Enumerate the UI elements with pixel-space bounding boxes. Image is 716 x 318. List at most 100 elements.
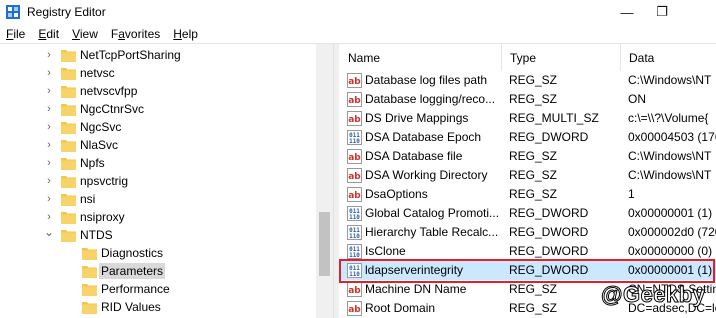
- tree-item-ngcctnrsvc[interactable]: › NgcCtnrSvc: [0, 100, 315, 118]
- value-name: DS Drive Mappings: [365, 111, 469, 125]
- value-data: C:\Windows\NT: [628, 73, 712, 87]
- menu-help[interactable]: Help: [173, 27, 198, 41]
- menu-edit[interactable]: Edit: [38, 27, 59, 41]
- value-type: REG_SZ: [509, 92, 558, 106]
- tree-item-netvsc[interactable]: › netvsc: [0, 64, 315, 82]
- value-data: 0x00000000 (0): [628, 244, 713, 258]
- tree-item-nettcpportsharing[interactable]: › NetTcpPortSharing: [0, 46, 315, 64]
- registry-tree[interactable]: › NetTcpPortSharing › netvsc › netvscvfpp › Ngc…: [0, 44, 333, 318]
- binary-value-icon: 011 110: [347, 206, 362, 221]
- value-data: C:\Windows\NT: [628, 149, 712, 163]
- value-row[interactable]: ab DSA Database file REG_SZ C:\Windows\NT: [340, 147, 716, 166]
- string-value-icon: ab: [347, 187, 362, 202]
- value-row[interactable]: ab DS Drive Mappings REG_MULTI_SZ c:\=\\?\V…: [340, 109, 716, 128]
- value-row[interactable]: ab Database logging/reco... REG_SZ ON: [340, 90, 716, 109]
- value-name: Database logging/reco...: [365, 92, 496, 106]
- tree-item-diagnostics[interactable]: Diagnostics: [0, 244, 315, 262]
- value-name: Root Domain: [365, 301, 436, 315]
- tree-item-nlasvc[interactable]: › NlaSvc: [0, 136, 315, 154]
- chevron-right-icon[interactable]: ›: [44, 136, 54, 154]
- binary-value-icon: 011 110: [347, 244, 362, 259]
- tree-scrollbar[interactable]: [316, 44, 333, 318]
- binary-value-icon: 011 110: [347, 130, 362, 145]
- string-value-icon: ab: [347, 149, 362, 164]
- value-data: 1: [628, 187, 635, 201]
- svg-text:ab: ab: [348, 286, 361, 296]
- tree-item-nsi[interactable]: › nsi: [0, 190, 315, 208]
- value-row[interactable]: ab DSA Working Directory REG_SZ C:\Windows\…: [340, 166, 716, 185]
- column-header-data[interactable]: Data: [621, 44, 716, 71]
- chevron-down-icon[interactable]: ⌄: [44, 223, 54, 241]
- value-name: DSA Database file: [365, 149, 463, 163]
- menu-bar: File Edit View Favorites Help: [0, 24, 716, 44]
- chevron-right-icon[interactable]: ›: [44, 172, 54, 190]
- menu-label: dit: [46, 27, 60, 41]
- value-name: Hierarchy Table Recalc...: [365, 225, 499, 239]
- value-name: DsaOptions: [365, 187, 428, 201]
- chevron-right-icon[interactable]: ›: [44, 46, 54, 64]
- tree-item-performance[interactable]: Performance: [0, 280, 315, 298]
- tree-item-npsvctrig[interactable]: › npsvctrig: [0, 172, 315, 190]
- column-header-type[interactable]: Type: [502, 44, 620, 71]
- chevron-right-icon[interactable]: ›: [44, 64, 54, 82]
- chevron-right-icon[interactable]: ›: [44, 190, 54, 208]
- folder-icon: [61, 156, 76, 170]
- folder-icon: [61, 138, 76, 152]
- chevron-right-icon[interactable]: ›: [44, 118, 54, 136]
- value-data: c:\=\\?\Volume{: [628, 111, 709, 125]
- menu-file[interactable]: File: [6, 27, 25, 41]
- tree-item-label: NlaSvc: [80, 138, 119, 152]
- value-row[interactable]: 011 110 Global Catalog Promoti... REG_DWORD…: [340, 204, 716, 223]
- folder-icon: [61, 66, 76, 80]
- value-row[interactable]: 011 110 DSA Database Epoch REG_DWORD 0x00004…: [340, 128, 716, 147]
- tree-item-ntds[interactable]: ⌄ NTDS: [0, 223, 315, 244]
- chevron-right-icon[interactable]: ›: [44, 100, 54, 118]
- tree-item-label: RID Values: [101, 300, 161, 314]
- value-row[interactable]: 011 110 Hierarchy Table Recalc... REG_DWORD…: [340, 223, 716, 242]
- maximize-button[interactable]: ❐: [639, 0, 685, 24]
- menu-hotkey: H: [173, 27, 182, 41]
- tree-item-label: NetTcpPortSharing: [80, 48, 181, 62]
- folder-icon: [61, 228, 76, 242]
- chevron-right-icon[interactable]: ›: [44, 154, 54, 172]
- value-type: REG_SZ: [509, 187, 558, 201]
- menu-view[interactable]: View: [72, 27, 98, 41]
- column-header-name[interactable]: Name: [340, 44, 500, 71]
- value-name: IsClone: [365, 244, 406, 258]
- menu-hotkey: a: [118, 27, 125, 41]
- folder-icon: [61, 192, 76, 206]
- value-data: C:\Windows\NT: [628, 168, 712, 182]
- title-bar: Registry Editor — ❐: [0, 0, 716, 24]
- folder-icon: [61, 120, 76, 134]
- value-row[interactable]: ab DsaOptions REG_SZ 1: [340, 185, 716, 204]
- chevron-right-icon[interactable]: ›: [44, 82, 54, 100]
- svg-text:ab: ab: [348, 115, 361, 125]
- tree-item-label: NTDS: [80, 228, 113, 242]
- registry-editor-icon: [6, 5, 20, 19]
- tree-item-label: Npfs: [80, 156, 105, 170]
- value-type: REG_DWORD: [509, 225, 589, 239]
- svg-text:ab: ab: [348, 191, 361, 201]
- svg-text:110: 110: [349, 252, 360, 259]
- tree-item-rid-values[interactable]: RID Values: [0, 298, 315, 316]
- value-row[interactable]: ab Database log files path REG_SZ C:\Window…: [340, 71, 716, 90]
- tree-item-parameters[interactable]: Parameters: [0, 262, 315, 280]
- window-title: Registry Editor: [27, 5, 106, 19]
- svg-text:ab: ab: [348, 153, 361, 163]
- folder-icon: [61, 48, 76, 62]
- menu-favorites[interactable]: Favorites: [111, 27, 160, 41]
- value-name: Machine DN Name: [365, 282, 467, 296]
- string-value-icon: ab: [347, 282, 362, 297]
- tree-scrollbar-thumb[interactable]: [319, 212, 330, 276]
- value-name: Global Catalog Promoti...: [365, 206, 500, 220]
- tree-item-npfs[interactable]: › Npfs: [0, 154, 315, 172]
- svg-text:110: 110: [349, 214, 360, 221]
- binary-value-icon: 011 110: [347, 225, 362, 240]
- tree-item-ngcsvc[interactable]: › NgcSvc: [0, 118, 315, 136]
- menu-label: iew: [79, 27, 98, 41]
- svg-text:ab: ab: [348, 305, 361, 315]
- string-value-icon: ab: [347, 301, 362, 316]
- tree-item-netvscvfpp[interactable]: › netvscvfpp: [0, 82, 315, 100]
- value-name: DSA Database Epoch: [365, 130, 482, 144]
- folder-icon: [61, 84, 76, 98]
